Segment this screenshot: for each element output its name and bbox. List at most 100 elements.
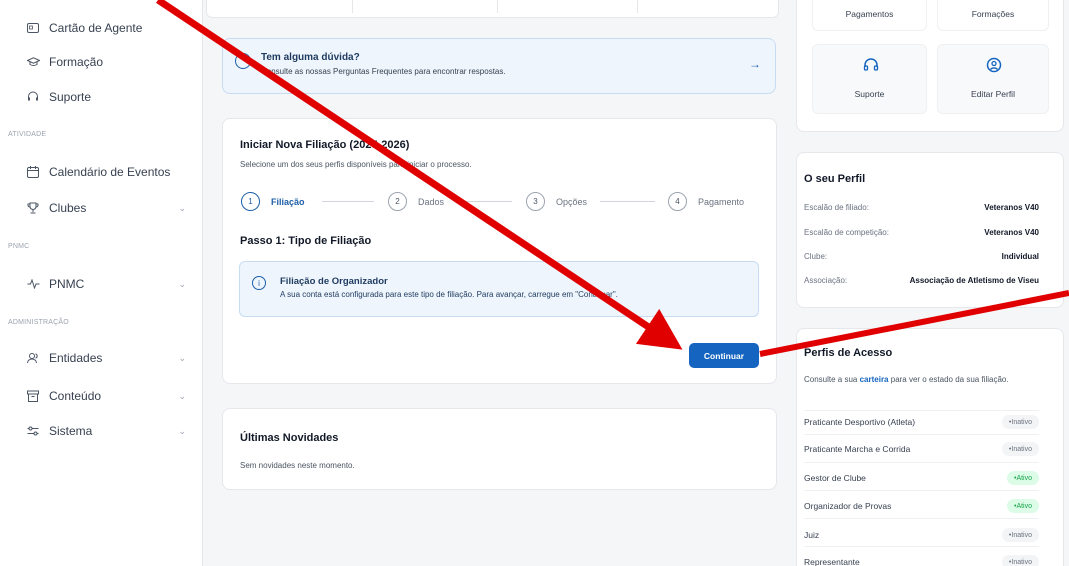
sidebar-item-label: Conteúdo [49,389,102,403]
news-title: Últimas Novidades [240,432,339,444]
step-connector [322,201,374,202]
chevron-down-icon: ⌄ [178,390,186,401]
sidebar-item-entidades[interactable]: Entidades ⌄ [26,351,186,365]
help-subtitle: Consulte as nossas Perguntas Frequentes … [261,67,506,76]
access-title: Perfis de Acesso [804,347,893,359]
profile-row-label: Associação: [804,276,848,285]
continue-button[interactable]: Continuar [689,343,759,368]
step-2-circle: 2 [388,192,407,211]
access-item-name: Representante [804,557,860,566]
status-badge: • Inativo [1001,415,1039,429]
status-badge-label: Ativo [1016,474,1032,482]
status-badge-label: Inativo [1011,558,1032,566]
graduation-cap-icon [26,55,40,69]
section-label-atividade: ATIVIDADE [8,131,47,138]
status-badge: • Inativo [1001,555,1039,566]
profile-title: O seu Perfil [804,173,866,185]
access-item-name: Organizador de Provas [804,501,892,511]
step-1-label: Filiação [271,197,305,207]
profile-row-label: Escalão de competição: [804,228,889,237]
divider [804,410,1039,411]
access-item-name: Gestor de Clube [804,473,866,483]
organizer-title: Filiação de Organizador [280,276,388,287]
sidebar-item-label: Clubes [49,201,87,215]
sidebar-item-calendario[interactable]: Calendário de Eventos [26,165,186,179]
status-badge-label: Ativo [1016,502,1032,510]
status-badge-label: Inativo [1011,445,1032,453]
profile-row-value: Veteranos V40 [984,228,1039,237]
quick-editar-label: Editar Perfil [971,89,1015,99]
headset-icon [863,57,879,75]
sidebar-item-label: Suporte [49,90,92,104]
quick-suporte[interactable]: Suporte [812,44,927,114]
chevron-down-icon: ⌄ [178,425,186,436]
divider [804,434,1039,435]
info-icon [235,53,251,69]
organizer-text: A sua conta está configurada para este t… [280,290,618,299]
top-stats-card [206,0,779,18]
step-1-circle: 1 [241,192,260,211]
sidebar-item-label: Entidades [49,351,103,365]
status-badge-label: Inativo [1011,531,1032,539]
step-3-label: Opções [556,197,588,207]
sidebar-item-label: Cartão de Agente [49,21,143,35]
sidebar-item-label: Sistema [49,424,93,438]
divider [804,462,1039,463]
step-4-label: Pagamento [698,197,745,207]
status-badge: • Ativo [1006,499,1039,513]
step-2-label: Dados [418,197,445,207]
quick-editar-perfil[interactable]: Editar Perfil [937,44,1049,114]
quick-suporte-label: Suporte [854,89,885,99]
section-label-pnmc: PNMC [8,243,30,250]
quick-formacoes[interactable]: Formações [937,0,1049,31]
divider [804,490,1039,491]
quick-pagamentos-label: Pagamentos [845,9,894,19]
help-title: Tem alguma dúvida? [261,52,360,63]
profile-row-value: Associação de Atletismo de Viseu [909,276,1039,285]
chevron-down-icon: ⌄ [178,202,186,213]
profile-row-label: Escalão de filiado: [804,203,869,212]
access-desc-text: para ver o estado da sua filiação. [888,375,1009,384]
help-banner[interactable]: Tem alguma dúvida? Consulte as nossas Pe… [222,38,776,94]
access-description: Consulte a sua carteira para ver o estad… [804,374,1040,385]
news-card: Últimas Novidades Sem novidades neste mo… [222,408,777,490]
sidebar-item-clubes[interactable]: Clubes ⌄ [26,201,186,215]
chevron-down-icon: ⌄ [178,278,186,289]
headset-icon [26,90,40,104]
sidebar-item-sistema[interactable]: Sistema ⌄ [26,424,186,438]
sidebar-item-suporte[interactable]: Suporte [26,90,186,104]
affiliation-title: Iniciar Nova Filiação (2025-2026) [240,139,410,151]
archive-icon [26,389,40,403]
access-item-name: Juiz [804,530,820,540]
step-4-circle: 4 [668,192,687,211]
sidebar-item-formacao[interactable]: Formação [26,55,186,69]
sidebar-item-pnmc[interactable]: PNMC ⌄ [26,277,186,291]
sidebar-item-label: PNMC [49,277,85,291]
section-label-administracao: ADMINISTRAÇÃO [8,319,69,326]
step-connector [456,201,512,202]
access-desc-text: Consulte a sua [804,375,860,384]
wallet-link[interactable]: carteira [860,375,889,384]
affiliation-subtitle: Selecione um dos seus perfis disponíveis… [240,160,472,169]
calendar-icon [26,165,40,179]
trophy-icon [26,201,40,215]
sidebar-item-cartao-agente[interactable]: Cartão de Agente [26,21,186,35]
status-badge: • Inativo [1001,442,1039,456]
sidebar-item-label: Formação [49,55,104,69]
status-badge: • Inativo [1001,528,1039,542]
status-badge: • Ativo [1006,471,1039,485]
sidebar: Cartão de Agente Formação Suporte ATIVID… [0,0,203,566]
arrow-right-icon[interactable]: → [749,57,761,71]
profile-row-value: Veteranos V40 [984,203,1039,212]
news-empty: Sem novidades neste momento. [240,461,355,470]
sidebar-item-conteudo[interactable]: Conteúdo ⌄ [26,389,186,403]
profile-row-value: Individual [1001,252,1039,261]
access-item-name: Praticante Marcha e Corrida [804,444,911,454]
access-item-name: Praticante Desportivo (Atleta) [804,417,916,427]
quick-pagamentos[interactable]: Pagamentos [812,0,927,31]
step-3-circle: 3 [526,192,545,211]
id-card-icon [26,21,40,35]
profile-row-label: Clube: [804,252,828,261]
info-icon: i [252,276,266,290]
step-title: Passo 1: Tipo de Filiação [240,235,372,247]
